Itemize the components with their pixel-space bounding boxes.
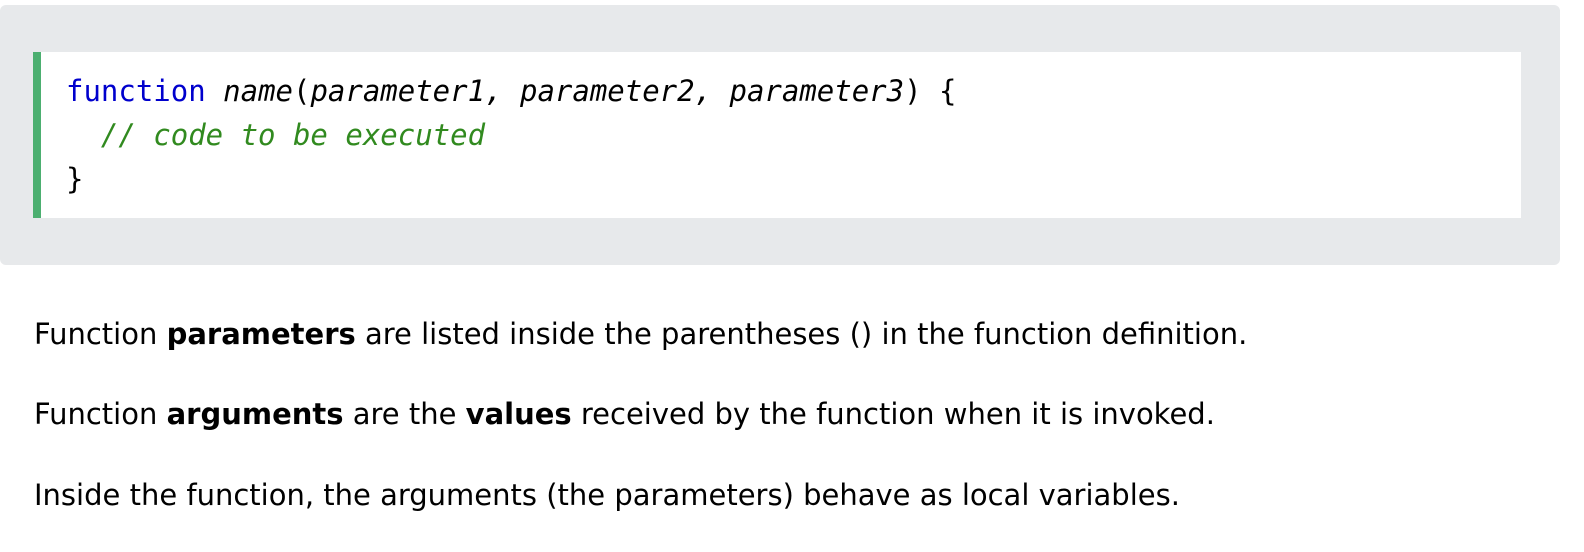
paragraph-text: are the: [343, 397, 466, 431]
paragraph-bold-parameters: parameters: [166, 317, 356, 351]
code-function-name: name: [223, 74, 293, 108]
paragraph-text: received by the function when it is invo…: [571, 397, 1215, 431]
code-keyword-function: function: [66, 74, 206, 108]
paragraph-text: Function: [34, 397, 167, 431]
code-block: function name(parameter1, parameter2, pa…: [33, 52, 1521, 218]
code-line-2: // code to be executed: [66, 113, 485, 157]
code-parameters: parameter1, parameter2, parameter3: [310, 74, 905, 108]
code-line-3: }: [66, 157, 83, 201]
paragraph-parameters: Function parameters are listed inside th…: [34, 314, 1247, 354]
paragraph-arguments: Function arguments are the values receiv…: [34, 394, 1215, 434]
example-panel: function name(parameter1, parameter2, pa…: [0, 5, 1560, 265]
paragraph-text: are listed inside the parentheses () in …: [355, 317, 1248, 351]
paragraph-bold-values: values: [465, 397, 572, 431]
code-close-paren-brace: ) {: [904, 74, 957, 108]
paragraph-bold-arguments: arguments: [166, 397, 344, 431]
code-close-brace: }: [66, 162, 84, 196]
code-comment: // code to be executed: [100, 118, 486, 152]
paragraph-text: Inside the function, the arguments (the …: [34, 478, 1180, 512]
paragraph-text: Function: [34, 317, 167, 351]
code-open-paren: (: [293, 74, 311, 108]
code-line-1: function name(parameter1, parameter2, pa…: [66, 69, 956, 113]
paragraph-local-variables: Inside the function, the arguments (the …: [34, 475, 1180, 515]
